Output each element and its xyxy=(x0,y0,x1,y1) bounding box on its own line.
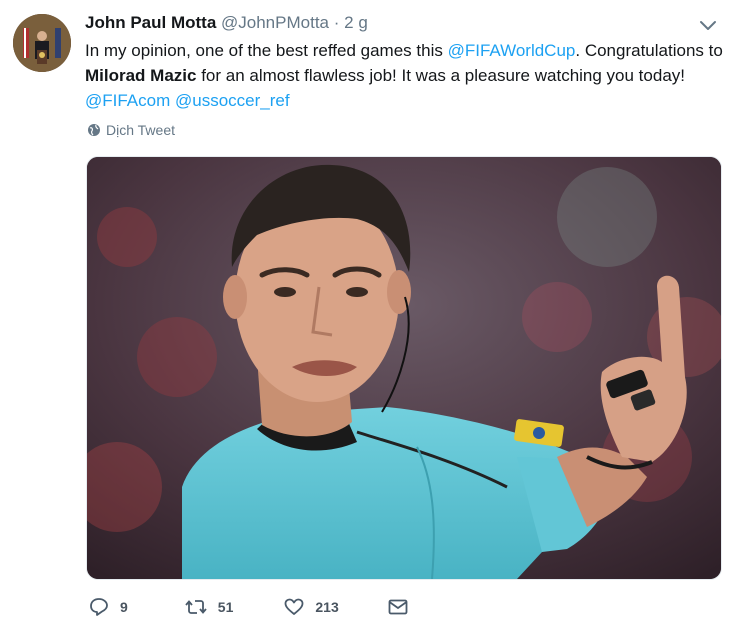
tweet-text-part: In my opinion, one of the best reffed ga… xyxy=(85,41,448,60)
translate-tweet-link[interactable]: Dịch Tweet xyxy=(87,122,175,138)
reply-button[interactable]: 9 xyxy=(88,596,128,618)
direct-message-button[interactable] xyxy=(387,596,409,618)
tweet-header: John Paul Motta @JohnPMotta · 2 g xyxy=(85,12,368,34)
like-count: 213 xyxy=(315,599,339,615)
like-button[interactable]: 213 xyxy=(283,596,339,618)
separator-dot: · xyxy=(333,13,340,32)
mention-fifacom[interactable]: @FIFAcom xyxy=(85,91,170,110)
retweet-icon xyxy=(185,600,207,614)
bold-name: Milorad Mazic xyxy=(85,66,197,85)
user-handle[interactable]: @JohnPMotta xyxy=(221,13,329,32)
tweet-text-part: for an almost flawless job! It was a ple… xyxy=(196,66,685,85)
tweet-timestamp[interactable]: 2 g xyxy=(344,13,368,32)
retweet-count: 51 xyxy=(217,599,234,615)
reply-icon xyxy=(90,598,108,616)
tweet-text: In my opinion, one of the best reffed ga… xyxy=(85,38,725,113)
translate-label: Dịch Tweet xyxy=(106,122,175,138)
display-name[interactable]: John Paul Motta xyxy=(85,13,216,32)
tweet-text-part: . Congratulations to xyxy=(575,41,723,60)
profile-avatar[interactable] xyxy=(13,14,71,72)
globe-icon xyxy=(88,124,100,136)
tweet-actions: 9 51 213 xyxy=(88,596,409,618)
retweet-button[interactable]: 51 xyxy=(184,596,234,618)
referee-photo xyxy=(87,157,721,579)
heart-icon xyxy=(284,598,304,615)
avatar-image xyxy=(13,14,71,72)
mention-fifaworldcup[interactable]: @FIFAWorldCup xyxy=(448,41,576,60)
mention-ussoccer-ref[interactable]: @ussoccer_ref xyxy=(175,91,290,110)
envelope-icon xyxy=(388,599,408,615)
reply-count: 9 xyxy=(120,599,128,615)
chevron-down-icon[interactable] xyxy=(697,14,719,36)
tweet-photo[interactable] xyxy=(86,156,722,580)
